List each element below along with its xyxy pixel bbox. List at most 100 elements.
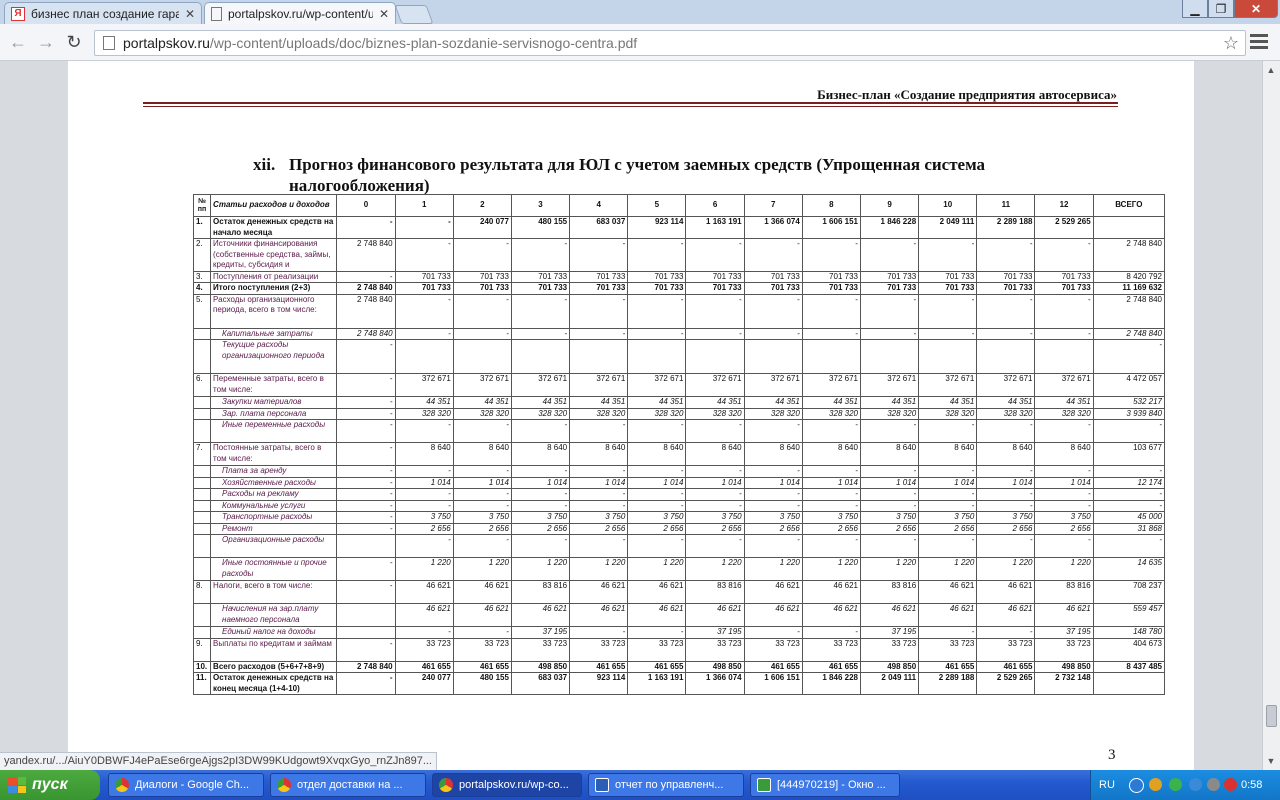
table-cell: 8 640 — [743, 442, 803, 466]
tab-pdf-document[interactable]: portalpskov.ru/wp-content/u ✕ — [204, 2, 396, 24]
row-label: Текущие расходы организационного периода — [210, 339, 338, 374]
row-number — [192, 327, 212, 340]
table-cell — [859, 339, 920, 374]
vertical-scrollbar[interactable]: ▲ ▼ — [1262, 61, 1280, 770]
table-cell: - — [394, 499, 454, 512]
table-row: Расходы на рекламу - - - - - - - - - - - - - - — [192, 488, 1166, 501]
table-cell — [394, 339, 454, 374]
update-icon[interactable] — [1169, 778, 1182, 791]
table-cell: 44 351 — [510, 396, 571, 409]
row-number — [192, 534, 212, 558]
table-cell: - — [569, 488, 629, 501]
table-cell: - — [569, 626, 629, 639]
table-cell: 2 529 265 — [976, 672, 1036, 695]
table-cell: - — [336, 672, 396, 695]
table-cell: 33 723 — [918, 637, 978, 662]
table-cell: - — [627, 465, 687, 478]
minimize-button[interactable]: ▁ — [1182, 0, 1208, 18]
address-bar[interactable]: portalpskov.ru/wp-content/uploads/doc/bi… — [94, 30, 1246, 56]
table-cell: - — [859, 534, 920, 558]
table-cell: - — [976, 238, 1036, 272]
table-cell: 1 606 151 — [743, 672, 803, 695]
table-cell: 44 351 — [976, 396, 1036, 409]
table-cell: 328 320 — [743, 407, 803, 420]
table-cell: 8 640 — [918, 442, 978, 466]
table-cell: 44 351 — [859, 396, 920, 409]
network-icon[interactable] — [1129, 778, 1144, 793]
table-cell: 328 320 — [452, 407, 512, 420]
volume-icon[interactable] — [1207, 778, 1220, 791]
scroll-down-icon[interactable]: ▼ — [1266, 756, 1276, 766]
column-header-period: 8 — [801, 194, 861, 217]
table-cell: - — [976, 499, 1036, 512]
table-row: 9. Выплаты по кредитам и займам -33 723 33 … — [192, 637, 1166, 662]
table-cell: 8 640 — [569, 442, 629, 466]
table-cell: 1 163 191 — [685, 216, 745, 239]
restore-button[interactable]: ❐ — [1208, 0, 1234, 18]
row-label: Расходы на рекламу — [210, 488, 338, 501]
tab-title: бизнес план создание гара — [31, 6, 179, 21]
table-cell — [1092, 672, 1166, 695]
back-arrow-icon[interactable]: ← — [8, 32, 28, 52]
start-button[interactable]: пуск — [0, 770, 100, 800]
table-cell: 33 723 — [976, 637, 1036, 662]
table-cell: - — [743, 534, 803, 558]
table-cell: - — [394, 238, 454, 272]
table-cell: - — [569, 238, 629, 272]
sync-icon[interactable] — [1189, 778, 1202, 791]
table-cell: - — [510, 534, 571, 558]
table-cell: 372 671 — [743, 373, 803, 397]
table-cell: 701 733 — [801, 282, 861, 295]
column-header-period: 11 — [976, 194, 1036, 217]
reload-icon[interactable]: ↻ — [64, 32, 84, 52]
close-icon[interactable]: ✕ — [379, 7, 389, 21]
table-cell — [743, 339, 803, 374]
bookmark-star-icon[interactable]: ☆ — [1223, 33, 1239, 54]
header-rule — [143, 106, 1118, 107]
table-cell: 480 155 — [452, 672, 512, 695]
table-cell: 8 640 — [859, 442, 920, 466]
table-cell: 83 816 — [859, 580, 920, 604]
table-cell: - — [976, 327, 1036, 340]
table-cell: - — [743, 293, 803, 329]
document-header: Бизнес-план «Создание предприятия автосе… — [817, 87, 1117, 102]
table-cell: 46 621 — [394, 580, 454, 604]
new-tab-button[interactable] — [394, 5, 434, 24]
scroll-thumb[interactable] — [1266, 705, 1277, 727]
table-cell: 46 621 — [976, 603, 1036, 627]
table-cell: 1 014 — [801, 476, 861, 489]
tab-yandex-search[interactable]: Я бизнес план создание гара ✕ — [4, 2, 202, 24]
row-number — [192, 488, 212, 501]
table-cell: 372 671 — [1034, 373, 1094, 397]
table-cell: 701 733 — [918, 282, 978, 295]
table-cell: - — [627, 419, 687, 443]
language-indicator[interactable]: RU — [1099, 779, 1115, 791]
taskbar-item[interactable]: portalpskov.ru/wp-co... — [432, 773, 582, 797]
menu-icon[interactable] — [1250, 34, 1268, 50]
table-cell: - — [627, 293, 687, 329]
table-cell: 701 733 — [627, 270, 687, 283]
table-cell: 37 195 — [1034, 626, 1094, 639]
section-title: xii. Прогноз финансового результата для Ю… — [253, 154, 1116, 196]
table-cell: 33 723 — [510, 637, 571, 662]
scroll-up-icon[interactable]: ▲ — [1266, 65, 1276, 75]
taskbar-item[interactable]: отдел доставки на ... — [270, 773, 426, 797]
antivirus-icon[interactable] — [1224, 778, 1237, 791]
table-cell: 1 220 — [976, 557, 1036, 581]
security-icon[interactable] — [1149, 778, 1162, 791]
table-cell: 1 220 — [859, 557, 920, 581]
row-label: Источники финансирования (собственные ср… — [210, 238, 338, 272]
close-icon[interactable]: ✕ — [185, 7, 195, 21]
table-cell: - — [801, 626, 861, 639]
table-cell: - — [976, 534, 1036, 558]
taskbar-item[interactable]: [444970219] - Окно ... — [750, 773, 900, 797]
row-number — [192, 407, 212, 420]
close-window-button[interactable]: ✕ — [1234, 0, 1278, 18]
forward-arrow-icon[interactable]: → — [36, 32, 56, 52]
row-number: 1. — [192, 216, 212, 239]
taskbar-item[interactable]: отчет по управленч... — [588, 773, 744, 797]
table-cell: - — [569, 419, 629, 443]
table-cell: 328 320 — [859, 407, 920, 420]
taskbar-item[interactable]: Диалоги - Google Ch... — [108, 773, 264, 797]
table-cell: - — [1092, 465, 1166, 478]
